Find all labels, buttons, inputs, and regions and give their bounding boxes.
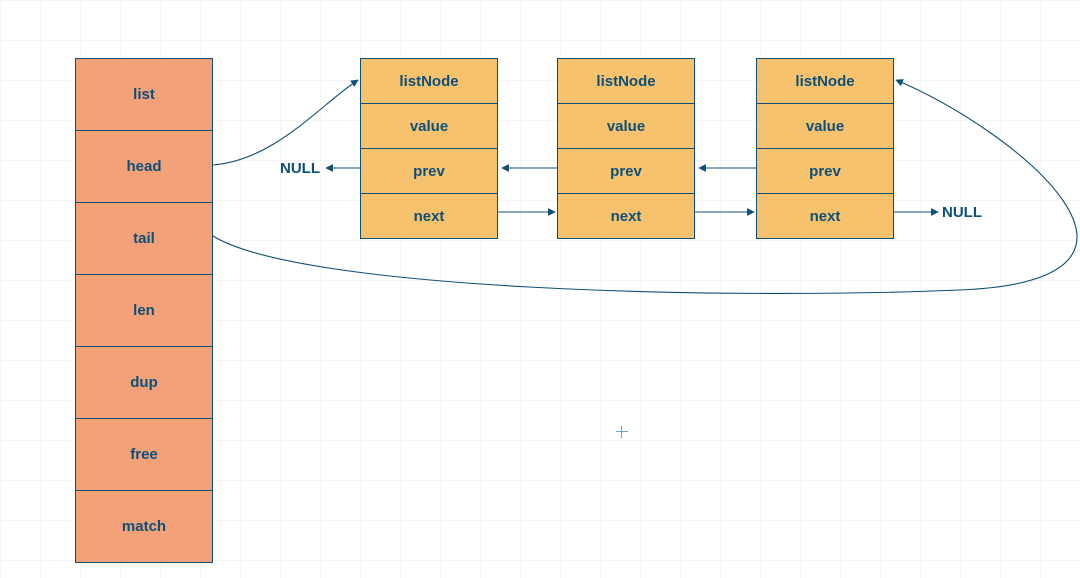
null-label-left: NULL <box>280 160 320 177</box>
node-1-prev: prev <box>557 149 695 194</box>
list-field-dup: dup <box>75 347 213 419</box>
list-field-len: len <box>75 275 213 347</box>
node-0-title: listNode <box>360 58 498 104</box>
list-field-tail: tail <box>75 203 213 275</box>
node-0-value: value <box>360 104 498 149</box>
canvas-crosshair-icon <box>616 426 628 438</box>
list-field-list: list <box>75 58 213 131</box>
node-2-prev: prev <box>756 149 894 194</box>
node-0-next: next <box>360 194 498 239</box>
node-box-0: listNode value prev next <box>360 58 498 239</box>
list-field-match: match <box>75 491 213 563</box>
node-1-title: listNode <box>557 58 695 104</box>
node-2-value: value <box>756 104 894 149</box>
list-field-head: head <box>75 131 213 203</box>
node-box-1: listNode value prev next <box>557 58 695 239</box>
list-field-free: free <box>75 419 213 491</box>
list-struct-box: list head tail len dup free match <box>75 58 213 563</box>
node-2-title: listNode <box>756 58 894 104</box>
node-1-value: value <box>557 104 695 149</box>
node-2-next: next <box>756 194 894 239</box>
node-box-2: listNode value prev next <box>756 58 894 239</box>
null-label-right: NULL <box>942 204 982 221</box>
node-0-prev: prev <box>360 149 498 194</box>
node-1-next: next <box>557 194 695 239</box>
